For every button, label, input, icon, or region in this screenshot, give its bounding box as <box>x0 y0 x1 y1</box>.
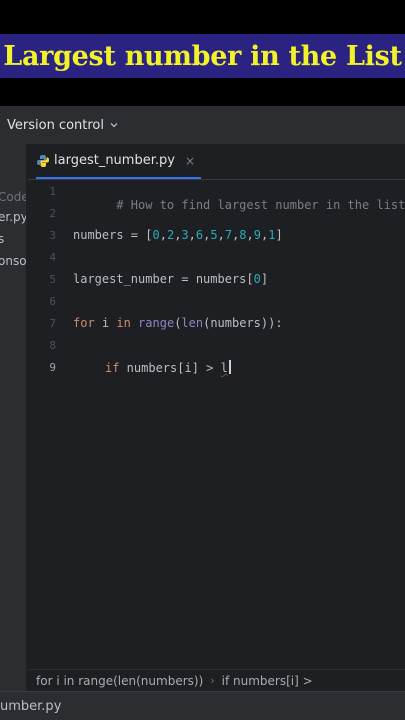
line-number: 3 <box>49 229 56 242</box>
code-line-7: for i in range(len(numbers)): <box>73 316 283 330</box>
number-token: 7 <box>224 228 233 242</box>
number-token: 5 <box>210 228 218 242</box>
project-item[interactable]: s <box>0 232 4 246</box>
chevron-right-icon: › <box>210 674 215 687</box>
breadcrumb: for i in range(len(numbers)) › if number… <box>28 669 405 691</box>
breadcrumb-item-if[interactable]: if numbers[i] > <box>222 674 313 688</box>
line-number: 8 <box>49 339 56 352</box>
tab-label: largest_number.py <box>54 153 175 168</box>
line-number: 4 <box>49 251 56 264</box>
project-item[interactable]: onso <box>0 254 26 268</box>
comment-text: # How to find largest number in the list <box>116 198 405 212</box>
project-item[interactable]: Code <box>0 190 26 204</box>
video-banner: Largest number in the List <box>0 0 405 106</box>
typed-token: l <box>220 361 228 375</box>
editor-tab-bar: largest_number.py × <box>28 144 405 180</box>
number-token: 8 <box>239 228 247 242</box>
status-file-name[interactable]: umber.py <box>0 699 61 714</box>
project-panel: Code er.py s onso <box>0 144 27 704</box>
code-line-3: numbers = [0,2,3,6,5,7,8,9,1] <box>73 228 283 242</box>
number-token: 3 <box>181 228 189 242</box>
line-number: 6 <box>49 295 56 308</box>
code-editor[interactable]: 1 2 3 4 5 6 7 8 9 # How to find largest … <box>28 181 405 669</box>
code-token: ] <box>275 228 283 242</box>
number-token: 9 <box>253 228 261 242</box>
line-number-active: 9 <box>49 361 56 374</box>
line-number: 2 <box>49 207 56 220</box>
code-token: ] <box>260 272 269 286</box>
code-line-5: largest_number = numbers[0] <box>73 272 268 286</box>
keyword-token: for <box>73 316 95 330</box>
main-toolbar: Version control <box>0 106 405 144</box>
code-token: , <box>188 228 196 242</box>
builtin-token: range <box>130 316 175 330</box>
video-title: Largest number in the List <box>3 40 402 72</box>
tab-largest-number[interactable]: largest_number.py × <box>36 144 201 179</box>
project-item[interactable]: er.py <box>0 210 26 224</box>
code-token: , <box>159 228 167 242</box>
code-line-9: if numbers[i] > l <box>105 360 231 375</box>
ide-window: Version control Code er.py s onso larges… <box>0 106 405 720</box>
chevron-down-icon[interactable] <box>109 119 121 131</box>
close-icon[interactable]: × <box>185 154 195 168</box>
code-token: , <box>246 228 254 242</box>
python-file-icon <box>36 154 50 168</box>
version-control-button[interactable]: Version control <box>7 118 104 133</box>
code-token: , <box>217 228 225 242</box>
keyword-token: if <box>105 361 120 375</box>
code-token: numbers[i] > <box>119 361 221 375</box>
line-number: 5 <box>49 273 56 286</box>
status-bar: umber.py <box>0 691 405 720</box>
number-token: 0 <box>152 228 160 242</box>
code-token: numbers = [ <box>73 228 153 242</box>
title-bar: Largest number in the List <box>0 34 405 78</box>
code-token: (numbers)): <box>203 316 283 330</box>
code-token: largest_number = numbers[ <box>73 272 254 286</box>
line-number: 7 <box>49 317 56 330</box>
code-line-1: # How to find largest number in the list <box>73 184 405 226</box>
text-caret <box>228 360 231 374</box>
keyword-token: in <box>116 316 131 330</box>
breadcrumb-item-for[interactable]: for i in range(len(numbers)) <box>36 674 203 688</box>
number-token: 0 <box>253 272 261 286</box>
builtin-token: len <box>181 316 204 330</box>
line-number: 1 <box>49 185 56 198</box>
code-token: i <box>94 316 117 330</box>
